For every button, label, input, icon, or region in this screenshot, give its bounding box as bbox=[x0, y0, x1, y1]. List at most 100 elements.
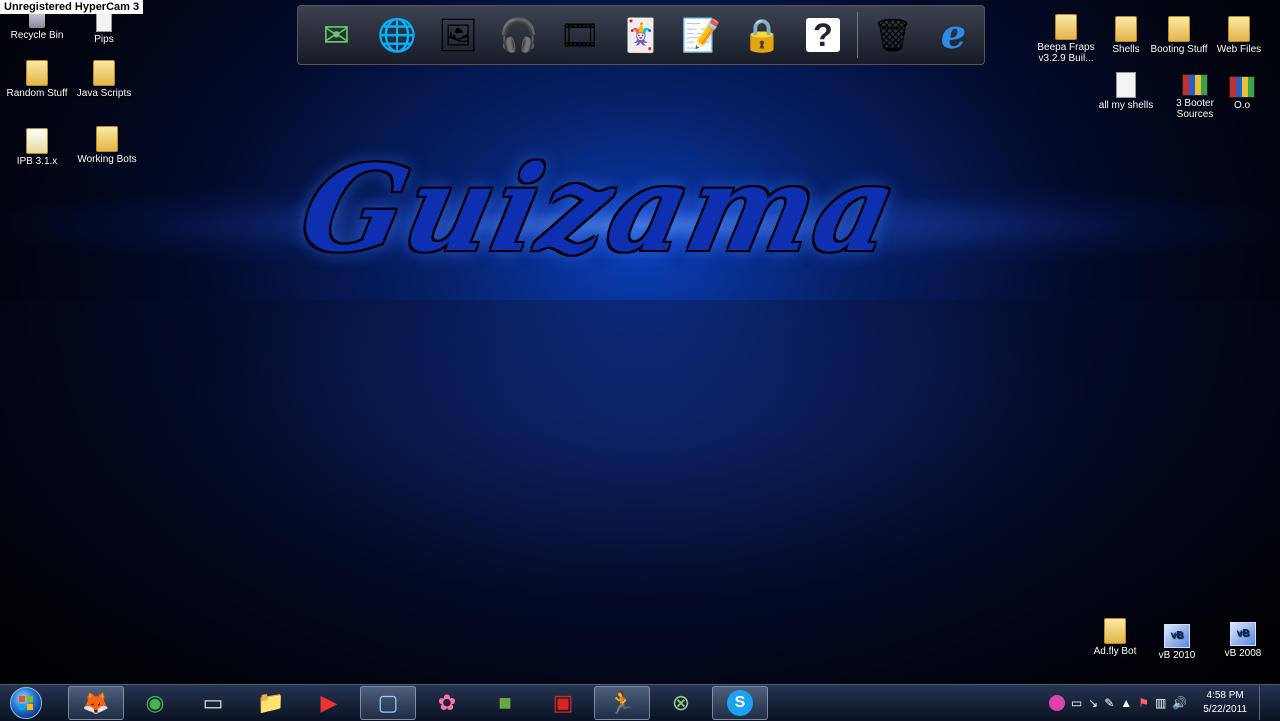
mail-icon: ✉ bbox=[323, 17, 350, 53]
desktop-icon-vb-2008[interactable]: vB vB 2008 bbox=[1206, 622, 1280, 659]
aim-icon: 🏃 bbox=[608, 690, 636, 715]
recorder-watermark: Unregistered HyperCam 3 bbox=[0, 0, 144, 14]
skype-icon: S bbox=[727, 690, 753, 716]
folder-icon bbox=[1115, 16, 1137, 42]
folder-icon bbox=[1104, 618, 1126, 644]
folder-icon: 📁 bbox=[257, 690, 285, 715]
firefox-icon: 🦊 bbox=[82, 690, 110, 715]
dock-item-notepad[interactable]: 📝 bbox=[671, 9, 732, 61]
dock-item-mail[interactable]: ✉ bbox=[306, 9, 367, 61]
film-reel-icon: 🎞 bbox=[559, 17, 600, 53]
desktop-icon-recycle-bin[interactable]: Recycle Bin bbox=[0, 12, 74, 41]
desktop-icon-label: Random Stuff bbox=[6, 88, 68, 99]
desktop-icon-vb-2010[interactable]: vB vB 2010 bbox=[1140, 624, 1214, 661]
desktop-icon-label: Working Bots bbox=[77, 154, 137, 165]
taskbar-fraps[interactable]: ▣ bbox=[536, 687, 590, 719]
dock-item-cards[interactable]: 🃏 bbox=[610, 9, 671, 61]
taskbar-xbox[interactable]: ⊗ bbox=[654, 687, 708, 719]
media-player-icon: ▶ bbox=[320, 690, 338, 715]
taskbar-firefox[interactable]: 🦊 bbox=[68, 686, 124, 720]
taskbar-aim[interactable]: 🏃 bbox=[594, 686, 650, 720]
trash-icon: 🗑 bbox=[872, 17, 914, 53]
photos-icon: 🖼 bbox=[437, 17, 479, 53]
folder-icon bbox=[96, 126, 118, 152]
taskbar-pinwheel[interactable]: ✿ bbox=[420, 687, 474, 719]
taskbar-minecraft[interactable]: ■ bbox=[478, 687, 532, 719]
text-file-icon bbox=[1116, 72, 1136, 98]
dock-item-photos[interactable]: 🖼 bbox=[428, 9, 489, 61]
dock-item-film-reel[interactable]: 🎞 bbox=[549, 9, 610, 61]
vbulletin-icon: vB bbox=[1164, 624, 1190, 648]
xbox-icon: ⊗ bbox=[671, 690, 691, 715]
tray-volume-icon[interactable]: 🔊 bbox=[1172, 696, 1187, 710]
clock-time: 4:58 PM bbox=[1206, 690, 1244, 701]
folder-icon bbox=[26, 128, 48, 154]
desktop-icon-random-stuff[interactable]: Random Stuff bbox=[0, 60, 74, 99]
tray-network-icon[interactable]: ▥ bbox=[1155, 696, 1166, 710]
command-prompt-icon: ▭ bbox=[202, 690, 224, 715]
wallpaper-title: Guizama bbox=[290, 139, 910, 278]
headphones-icon: 🎧 bbox=[498, 17, 539, 53]
tray-pen-icon[interactable]: ✎ bbox=[1104, 696, 1114, 710]
fraps-icon: ▣ bbox=[552, 690, 574, 715]
desktop-icon-label: Recycle Bin bbox=[10, 30, 64, 41]
desktop-icon-o-o[interactable]: O.o bbox=[1205, 74, 1279, 111]
desktop-icon-label: vB 2010 bbox=[1158, 650, 1196, 661]
dock-separator bbox=[857, 12, 859, 58]
desktop-icon-working-bots[interactable]: Working Bots bbox=[70, 126, 144, 165]
dock-item-lock[interactable]: 🔒 bbox=[732, 9, 793, 61]
desktop-icon-web-files[interactable]: Web Files bbox=[1202, 16, 1276, 55]
tray-network-tool-icon[interactable]: ↘ bbox=[1088, 696, 1098, 710]
window-icon: ▢ bbox=[377, 690, 399, 715]
desktop-icon-label: all my shells bbox=[1098, 100, 1154, 111]
globe-icon: 🌐 bbox=[377, 17, 418, 53]
notepad-icon: 📝 bbox=[681, 17, 722, 53]
desktop-icon-java-scripts[interactable]: Java Scripts bbox=[67, 60, 141, 99]
folder-icon bbox=[26, 60, 48, 86]
dock-item-trash[interactable]: 🗑 bbox=[862, 9, 923, 61]
dock-item-globe[interactable]: 🌐 bbox=[367, 9, 428, 61]
tray-display-icon[interactable]: ▭ bbox=[1071, 696, 1082, 710]
lock-icon: 🔒 bbox=[742, 17, 783, 53]
tray-flag-icon[interactable]: ⚑ bbox=[1138, 696, 1149, 710]
show-desktop-button[interactable] bbox=[1259, 686, 1270, 720]
desktop-icon-label: Web Files bbox=[1216, 44, 1262, 55]
recycle-bin-icon bbox=[29, 12, 45, 28]
folder-icon bbox=[93, 60, 115, 86]
cards-icon: 🃏 bbox=[620, 17, 661, 53]
desktop-icon-label: IPB 3.1.x bbox=[16, 156, 58, 167]
folder-icon bbox=[1228, 16, 1250, 42]
chrome-icon: ◉ bbox=[145, 690, 165, 715]
dock-item-internet-explorer[interactable]: e bbox=[923, 9, 984, 61]
desktop-icon-pips[interactable]: Pips bbox=[67, 12, 141, 45]
taskbar-skype[interactable]: S bbox=[712, 686, 768, 720]
dock-item-headphones[interactable]: 🎧 bbox=[488, 9, 549, 61]
system-tray: ▭ ↘ ✎ ▲ ⚑ ▥ 🔊 4:58 PM 5/22/2011 bbox=[1048, 685, 1280, 721]
desktop-icon-ipb[interactable]: IPB 3.1.x bbox=[0, 128, 74, 167]
desktop-icon-label: vB 2008 bbox=[1224, 648, 1262, 659]
winrar-icon bbox=[1229, 76, 1255, 98]
vbulletin-icon: vB bbox=[1230, 622, 1256, 646]
desktop-icon-label: Pips bbox=[94, 34, 114, 45]
dock-bar: ✉ 🌐 🖼 🎧 🎞 🃏 📝 🔒 ? 🗑 e bbox=[297, 5, 985, 65]
dock-item-help[interactable]: ? bbox=[793, 9, 854, 61]
taskbar-media-player[interactable]: ▶ bbox=[302, 687, 356, 719]
folder-icon bbox=[1055, 14, 1077, 40]
taskbar-chrome[interactable]: ◉ bbox=[128, 687, 182, 719]
desktop-icon-label: Java Scripts bbox=[76, 88, 132, 99]
taskbar-explorer[interactable]: 📁 bbox=[244, 687, 298, 719]
taskbar-command-prompt[interactable]: ▭ bbox=[186, 687, 240, 719]
tray-record-icon[interactable] bbox=[1048, 695, 1065, 711]
start-button[interactable] bbox=[6, 685, 46, 721]
taskbar-window[interactable]: ▢ bbox=[360, 686, 416, 720]
clock-date: 5/22/2011 bbox=[1203, 704, 1247, 715]
folder-icon bbox=[1168, 16, 1190, 42]
desktop-icon-all-my-shells[interactable]: all my shells bbox=[1089, 72, 1163, 111]
windows-logo-icon bbox=[10, 687, 42, 719]
desktop-icon-label: O.o bbox=[1233, 100, 1251, 111]
file-icon bbox=[96, 12, 112, 32]
tray-expand-icon[interactable]: ▲ bbox=[1120, 696, 1132, 710]
taskbar: 🦊 ◉ ▭ 📁 ▶ ▢ ✿ ■ ▣ 🏃 ⊗ S ▭ ↘ ✎ ▲ ⚑ ▥ 🔊 4:… bbox=[0, 684, 1280, 721]
minecraft-icon: ■ bbox=[498, 690, 512, 715]
taskbar-clock[interactable]: 4:58 PM 5/22/2011 bbox=[1203, 689, 1247, 717]
